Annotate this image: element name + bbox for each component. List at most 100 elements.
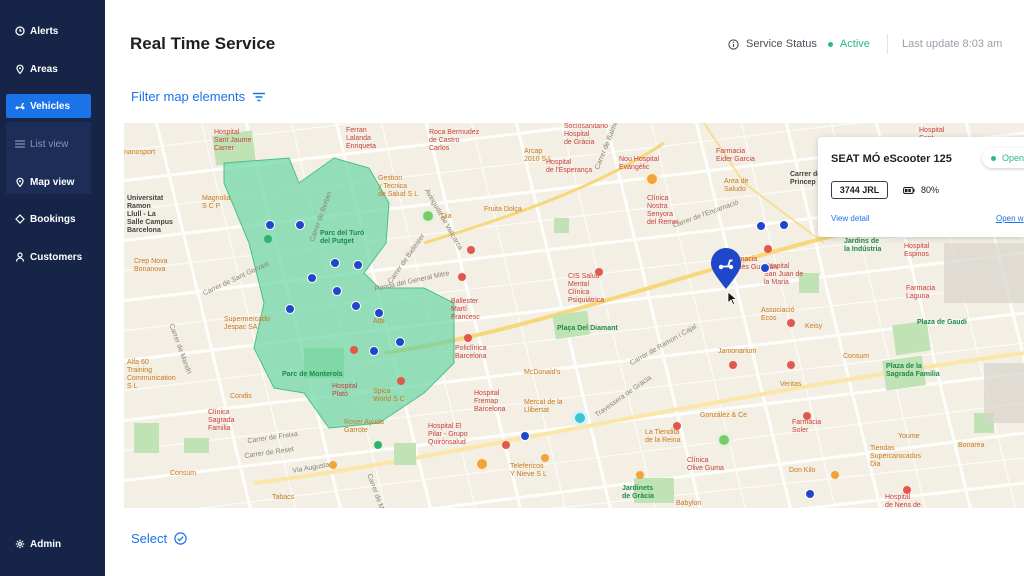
vehicle-marker[interactable] [420, 208, 436, 224]
poi-label: Jardinets de Gràcia [622, 485, 654, 500]
vehicle-marker[interactable] [265, 220, 275, 230]
poi-label: Spica World S C [373, 388, 405, 403]
poi-label: Condis [230, 393, 252, 400]
vehicle-marker[interactable] [760, 263, 770, 273]
gear-icon [15, 539, 25, 549]
vehicle-marker[interactable] [329, 461, 337, 469]
vehicle-marker[interactable] [595, 268, 603, 276]
vehicle-marker[interactable] [467, 246, 475, 254]
poi-label: Magnolia S C P [202, 195, 231, 210]
vehicle-marker[interactable] [787, 361, 795, 369]
sidebar: Alerts Areas Vehicles List view Map view… [0, 0, 105, 576]
cursor-icon [727, 291, 738, 310]
submenu-item-map-view[interactable]: Map view [6, 170, 91, 194]
poi-label: Hospital El Pilar - Grupo Quirónsalud [428, 423, 468, 446]
poi-label: CIS Salud Mental Clínica Psiquiátrica [568, 273, 605, 304]
selected-vehicle-pin[interactable] [710, 248, 742, 295]
poi-label: Hospital Sant Jaume Carrer [214, 129, 252, 152]
vehicle-marker[interactable] [803, 412, 811, 420]
poi-label: Fruita Dolça [484, 206, 522, 213]
vehicle-status-badge: Open [982, 148, 1024, 168]
status-dot [991, 155, 996, 161]
sidebar-item-label: Areas [30, 63, 58, 75]
vehicle-marker[interactable] [541, 454, 549, 462]
sidebar-item-admin[interactable]: Admin [6, 532, 91, 556]
poi-label: Parc de Monterols [282, 371, 343, 378]
page-title: Real Time Service [130, 34, 276, 53]
poi-label: Keisy [805, 323, 823, 330]
vehicle-marker[interactable] [350, 346, 358, 354]
vehicle-marker[interactable] [636, 471, 644, 479]
poi-label: Bonarea [958, 442, 985, 449]
vehicle-status: Open [1002, 153, 1024, 163]
vehicle-marker[interactable] [374, 308, 384, 318]
vehicle-marker[interactable] [332, 286, 342, 296]
vehicle-marker[interactable] [520, 431, 530, 441]
poi-label: Dia [441, 213, 452, 220]
filter-map-elements-button[interactable]: Filter map elements [131, 89, 266, 104]
filter-icon [253, 92, 266, 102]
submenu-item-label: Map view [30, 176, 75, 188]
vehicle-marker[interactable] [285, 304, 295, 314]
poi-label: Gestion y Tecnica de Salud S L [378, 175, 419, 198]
vehicle-marker[interactable] [374, 441, 382, 449]
vehicle-marker[interactable] [779, 220, 789, 230]
sidebar-item-customers[interactable]: Customers [6, 245, 91, 269]
vehicle-marker[interactable] [729, 361, 737, 369]
vehicle-marker[interactable] [395, 337, 405, 347]
poi-label: Roca Bermudez de Castro Carlos [429, 129, 480, 152]
poi-label: Nou Hospital Evangèlic [619, 156, 660, 171]
vehicle-marker[interactable] [502, 441, 510, 449]
vehicle-marker[interactable] [764, 245, 772, 253]
vehicle-name: SEAT MÓ eScooter 125 [831, 153, 952, 165]
poi-label: Policlínica Barcelona [455, 345, 487, 360]
poi-label: Tabacs [272, 494, 295, 501]
vehicle-marker[interactable] [353, 260, 363, 270]
sidebar-item-areas[interactable]: Areas [6, 57, 91, 81]
last-update: Last update 8:03 am [902, 38, 1003, 50]
poi-label: Plaza de Gaudí [917, 319, 967, 326]
poi-label: Veritas [780, 381, 802, 388]
pin-icon [15, 177, 25, 187]
view-detail-link[interactable]: View detail [831, 214, 870, 223]
vehicle-marker[interactable] [369, 346, 379, 356]
vehicle-marker[interactable] [330, 258, 340, 268]
vehicle-marker[interactable] [831, 471, 839, 479]
poi-label: Clínica Nostra Senyora del Remei [647, 195, 679, 226]
vehicle-marker[interactable] [295, 220, 305, 230]
vehicle-marker[interactable] [464, 334, 472, 342]
vehicle-marker[interactable] [903, 486, 911, 494]
poi-label: Hospital Espinos [904, 243, 930, 258]
vehicle-marker[interactable] [805, 489, 815, 499]
vehicle-marker[interactable] [572, 410, 588, 426]
sidebar-item-alerts[interactable]: Alerts [6, 19, 91, 43]
vehicle-marker[interactable] [474, 456, 490, 472]
vehicle-marker[interactable] [264, 235, 272, 243]
vehicle-marker[interactable] [307, 273, 317, 283]
poi-label: Farmàcia Soler [792, 419, 822, 434]
poi-label: nanosport [124, 149, 156, 156]
sidebar-item-vehicles[interactable]: Vehicles [6, 94, 91, 118]
select-button[interactable]: Select [131, 531, 187, 546]
person-icon [15, 252, 25, 262]
sidebar-item-bookings[interactable]: Bookings [6, 207, 91, 231]
poi-label: Hospital de Nens de [885, 494, 921, 508]
scooter-icon [15, 101, 25, 111]
poi-label: Clínica Olive Guma [687, 457, 724, 472]
vehicle-marker[interactable] [644, 171, 660, 187]
check-circle-icon [174, 532, 187, 545]
vehicle-marker[interactable] [458, 273, 466, 281]
vehicle-marker[interactable] [787, 319, 795, 327]
vehicle-marker[interactable] [716, 432, 732, 448]
vehicle-marker[interactable] [351, 301, 361, 311]
submenu-item-list-view[interactable]: List view [6, 132, 91, 156]
vehicle-marker[interactable] [397, 377, 405, 385]
poi-label: González & Ce [700, 412, 748, 419]
poi-label: Farmacia Laguna [906, 285, 936, 300]
poi-label: Parc del Turó del Putget [320, 230, 365, 245]
poi-label: Ballester Martí Francesc [451, 298, 480, 321]
poi-label: Clínica Sagrada Familia [208, 409, 235, 432]
open-window-link[interactable]: Open w [996, 214, 1024, 223]
vehicle-marker[interactable] [673, 422, 681, 430]
vehicle-marker[interactable] [756, 221, 766, 231]
